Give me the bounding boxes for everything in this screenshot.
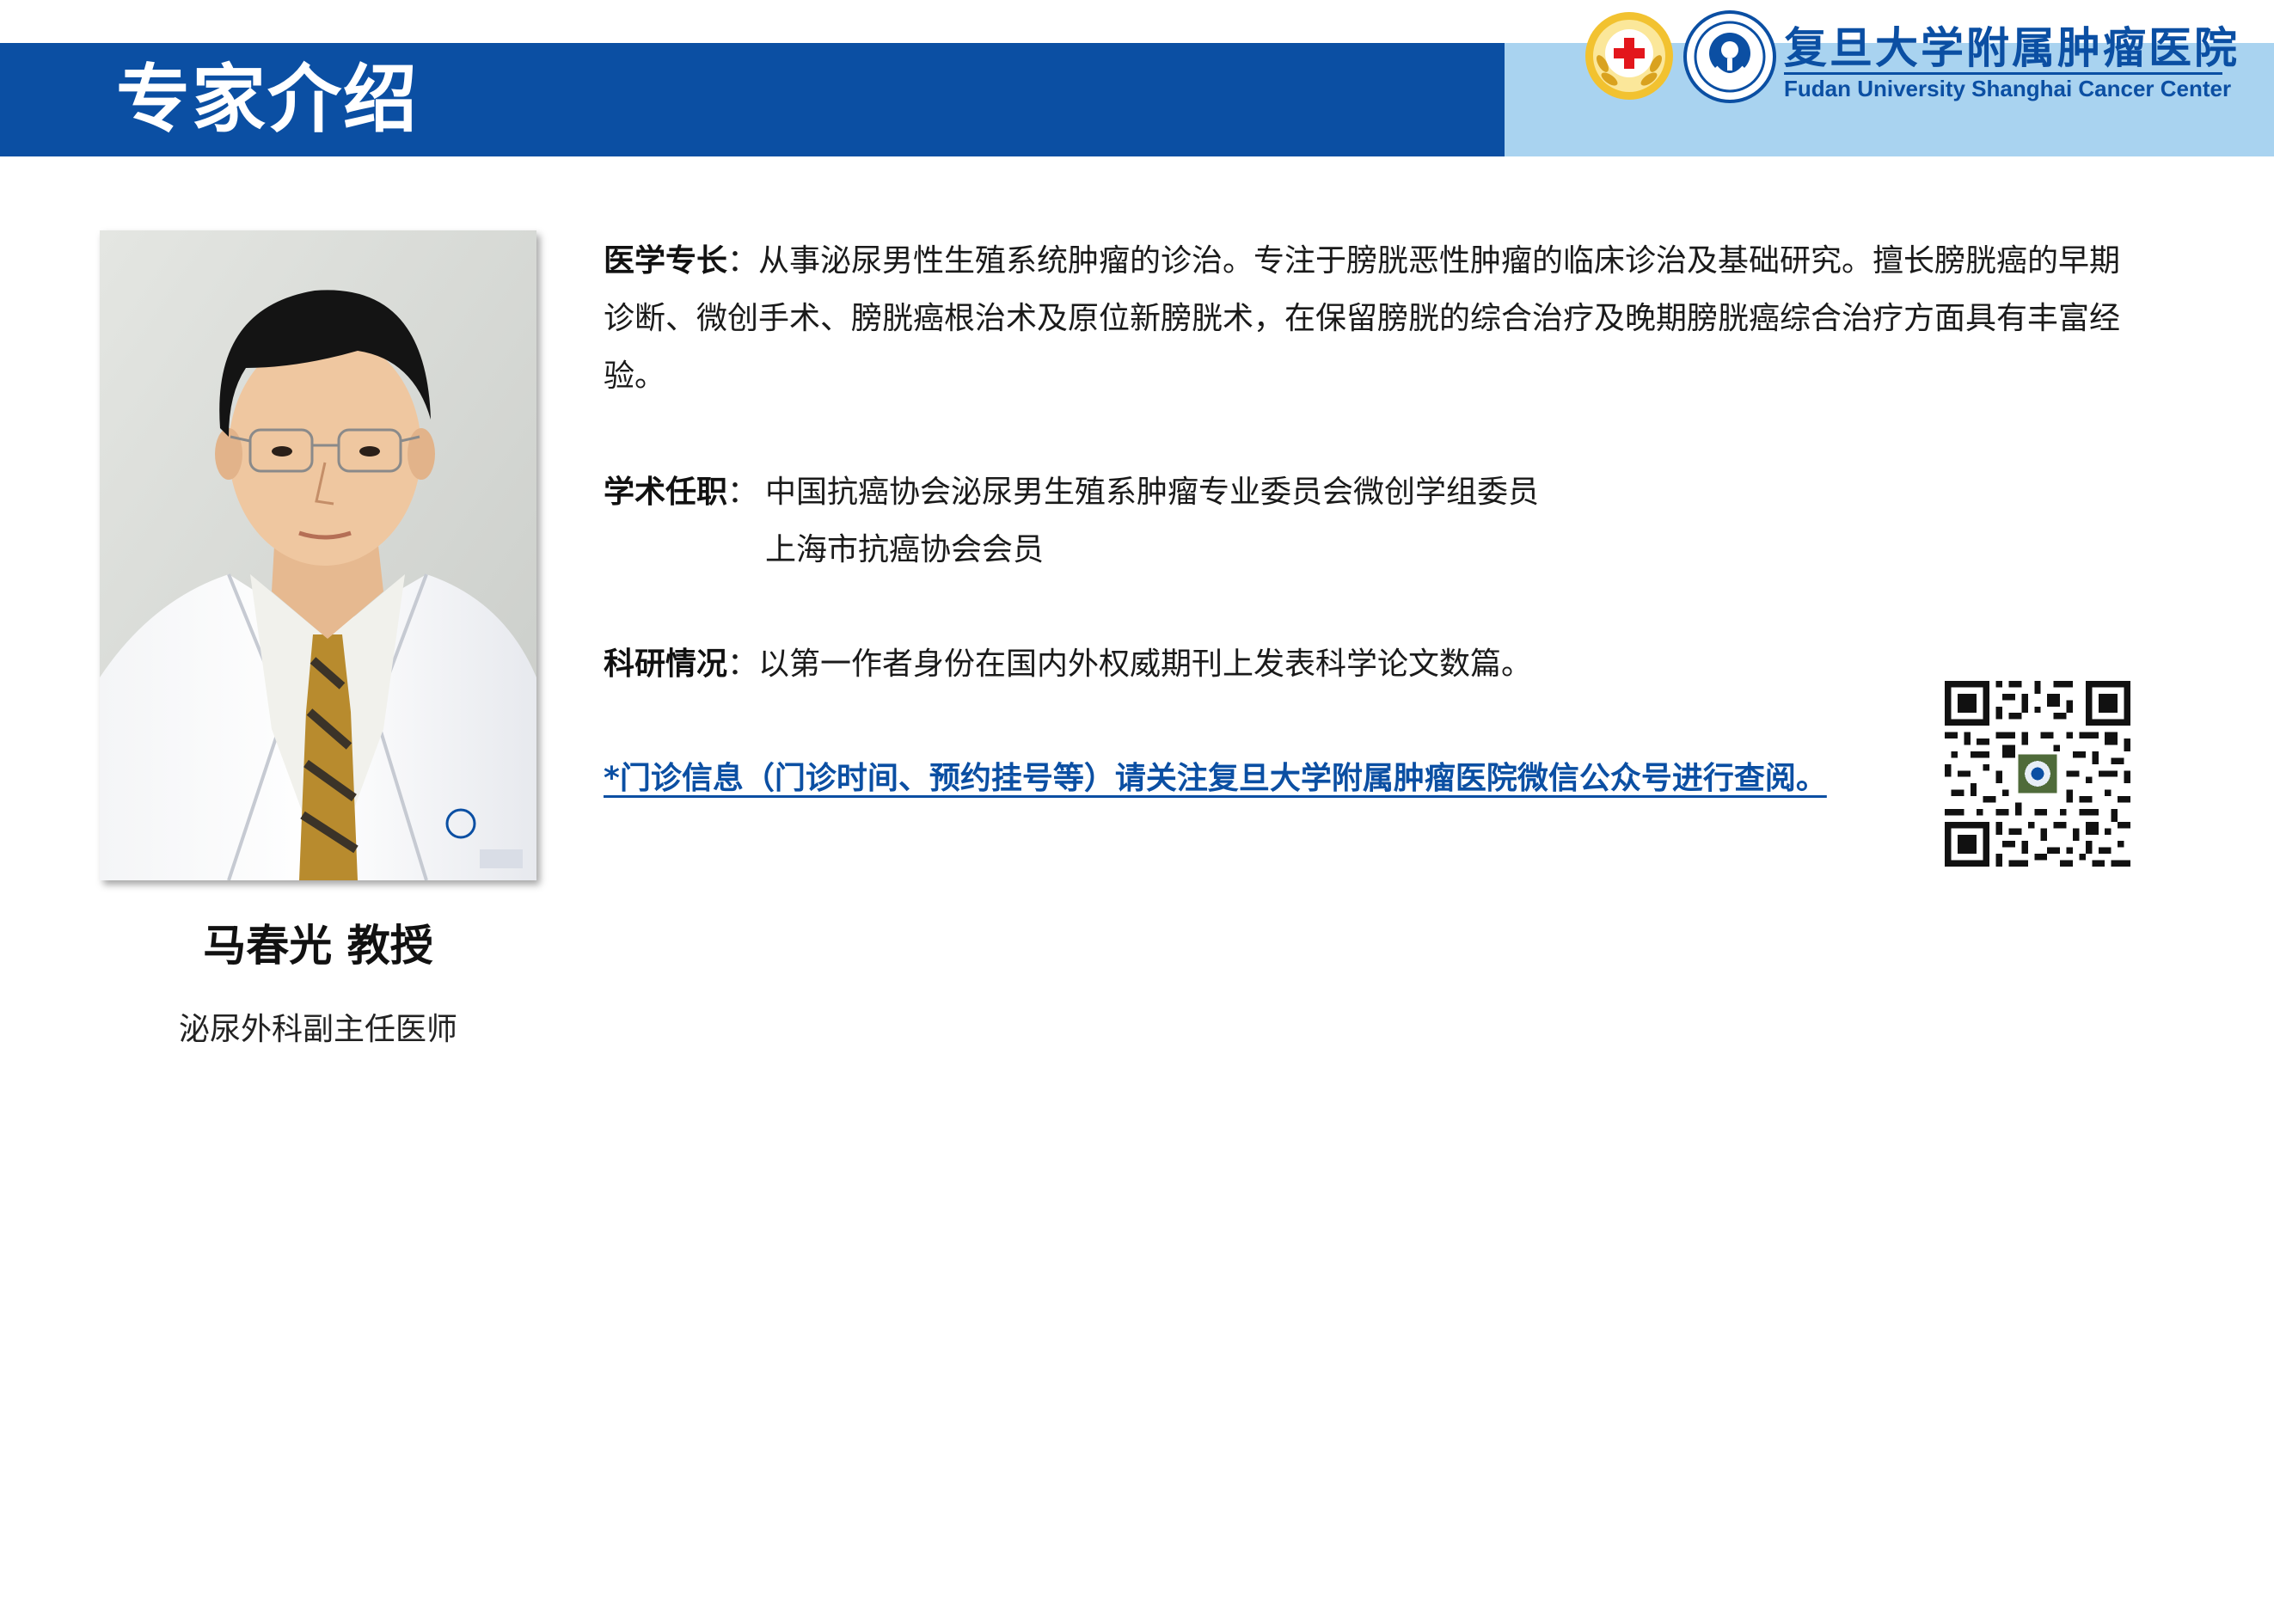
red-cross-logo-icon (1585, 12, 1673, 100)
hospital-name-cn: 复旦大学附属肿瘤医院 (1784, 22, 2240, 73)
qr-code-icon[interactable] (1945, 681, 2130, 867)
research-label: 科研情况 (604, 647, 728, 682)
research-text: ：以第一作者身份在国内外权威期刊上发表科学论文数篇。 (727, 647, 1533, 682)
academic-item: 上海市抗癌协会会员 (765, 532, 1045, 567)
header-title-band: 专家介绍 (0, 43, 1505, 156)
academic-label: 学术任职 (604, 475, 728, 510)
specialty-label: 医学专长 (604, 243, 728, 279)
hospital-emblem-icon (1683, 10, 1776, 103)
academic-colon: ： (727, 475, 759, 510)
expert-department: 泌尿外科副主任医师 (178, 1012, 457, 1047)
academic-item: 中国抗癌协会泌尿男生殖系肿瘤专业委员会微创学组委员 (765, 475, 1540, 510)
portrait-photo-icon (100, 230, 536, 880)
specialty-text: ：从事泌尿男性生殖系统肿瘤的诊治。专注于膀胱恶性肿瘤的临床诊治及基础研究。擅长膀… (604, 243, 2121, 394)
page-title: 专家介绍 (116, 57, 419, 143)
academic-section: 学术任职： (604, 463, 758, 521)
clinic-info-link[interactable]: *门诊信息（门诊时间、预约挂号等）请关注复旦大学附属肿瘤医院微信公众号进行查阅。 (604, 753, 1827, 805)
expert-photo (100, 230, 536, 880)
hospital-name-divider (1784, 72, 2222, 75)
specialty-section: 医学专长：从事泌尿男性生殖系统肿瘤的诊治。专注于膀胱恶性肿瘤的临床诊治及基础研究… (604, 232, 2134, 405)
hospital-name-en: Fudan University Shanghai Cancer Center (1784, 76, 2232, 101)
research-section: 科研情况：以第一作者身份在国内外权威期刊上发表科学论文数篇。 (604, 635, 1532, 693)
expert-name: 马春光 教授 (203, 921, 433, 971)
